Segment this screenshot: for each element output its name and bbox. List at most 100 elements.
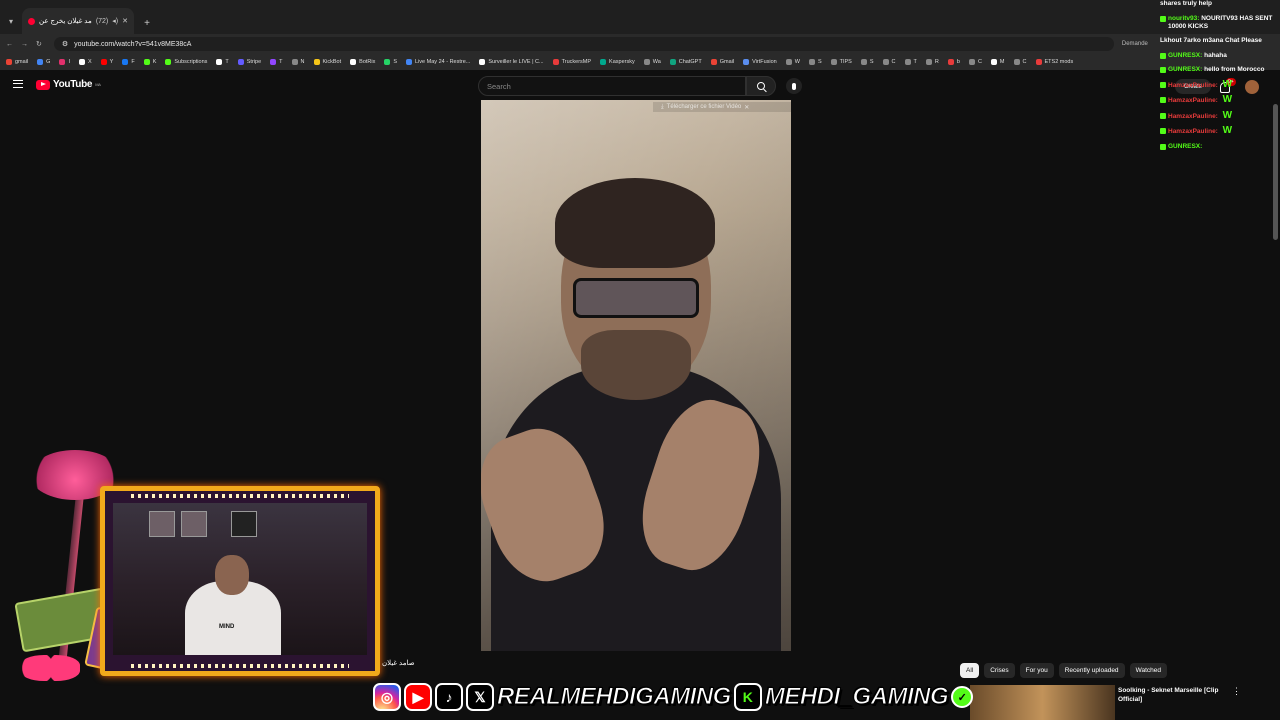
chat-username[interactable]: HamzaxPauline:	[1168, 113, 1218, 120]
site-info-icon[interactable]: ⚙	[62, 40, 68, 48]
chat-badge-icon	[1160, 128, 1166, 134]
reload-icon[interactable]: ↻	[36, 40, 42, 48]
recommended-video-thumbnail[interactable]	[970, 685, 1115, 720]
bookmark-label: F	[131, 59, 135, 65]
bookmark-item[interactable]: S	[860, 59, 874, 65]
bookmark-item[interactable]: K	[143, 59, 156, 65]
bookmark-favicon-icon	[350, 59, 357, 65]
bookmark-label: Live May 24 - Restre...	[415, 59, 471, 65]
bookmark-label: TruckersMP	[561, 59, 592, 65]
bookmark-favicon-icon	[743, 59, 750, 65]
bookmark-favicon-icon	[384, 59, 391, 65]
bookmark-item[interactable]: X	[78, 59, 92, 65]
bookmark-item[interactable]: S	[808, 59, 822, 65]
chat-username[interactable]: HamzaxPauline:	[1168, 97, 1218, 104]
bookmark-item[interactable]: Subscriptions	[165, 59, 207, 65]
tab-title: صامد غيلان يخرج عن	[39, 18, 92, 25]
bookmark-favicon-icon	[165, 59, 172, 65]
youtube-header: YouTube MA Search	[0, 70, 1280, 102]
marquee-bulbs-bottom	[131, 664, 349, 668]
youtube-favicon-icon	[28, 17, 35, 25]
bookmark-item[interactable]: S	[384, 59, 397, 65]
back-icon[interactable]: ←	[6, 41, 13, 48]
chat-text: W	[1222, 78, 1233, 90]
bookmark-item[interactable]: Gmail	[710, 59, 734, 65]
youtube-logo[interactable]: YouTube MA	[36, 79, 101, 90]
bookmark-item[interactable]: Wa	[643, 59, 661, 65]
tab-list-icon[interactable]: ▾	[4, 14, 18, 28]
video-player[interactable]: ⤓ Télécharger ce fichier Vidéo ✕	[481, 100, 791, 651]
filter-chip[interactable]: All	[960, 663, 980, 678]
bookmark-item[interactable]: Stripe	[237, 59, 261, 65]
chat-message: HamzaxPauline: W	[1160, 109, 1280, 121]
chat-text: W	[1222, 109, 1233, 121]
filter-chip[interactable]: Recently uploaded	[1058, 663, 1125, 678]
bookmark-label: G	[46, 59, 51, 65]
bookmark-favicon-icon	[785, 59, 792, 65]
bookmark-label: ChatGPT	[678, 59, 702, 65]
filter-chip[interactable]: Crises	[984, 663, 1015, 678]
bookmark-item[interactable]: Kaspersky	[600, 59, 635, 65]
filter-chip[interactable]: For you	[1019, 663, 1054, 678]
chat-badge-icon	[1160, 112, 1166, 119]
bookmark-label: VirtFusion	[752, 59, 777, 65]
search-input[interactable]: Search	[478, 76, 746, 96]
download-video-label[interactable]: ⤓ Télécharger ce fichier Vidéo ✕	[653, 102, 791, 112]
bookmark-favicon-icon	[143, 59, 150, 65]
bookmark-favicon-icon	[882, 59, 889, 65]
bookmark-item[interactable]: Y	[100, 59, 113, 65]
bookmark-item[interactable]: F	[122, 59, 135, 65]
demande-label[interactable]: Demande	[1122, 41, 1148, 47]
bookmark-item[interactable]: N	[291, 59, 305, 65]
bookmark-label: S	[393, 59, 398, 65]
hamburger-menu-icon[interactable]	[13, 80, 23, 88]
bookmark-item[interactable]: C	[968, 59, 982, 65]
bookmark-item[interactable]: TruckersMP	[552, 59, 592, 65]
chat-username[interactable]: GUNRESX:	[1168, 143, 1202, 150]
bookmark-favicon-icon	[990, 59, 997, 65]
bookmark-favicon-icon	[59, 59, 66, 65]
bookmark-item[interactable]: T	[270, 59, 283, 65]
bookmark-item[interactable]: C	[1013, 59, 1027, 65]
search-button[interactable]	[746, 76, 776, 96]
filter-chip[interactable]: Watched	[1129, 663, 1167, 678]
bookmark-item[interactable]: Live May 24 - Restre...	[406, 59, 470, 65]
bookmark-item[interactable]: VirtFusion	[743, 59, 777, 65]
chat-username[interactable]: GUNRESX:	[1168, 52, 1202, 59]
chat-username[interactable]: GUNRESX:	[1168, 66, 1202, 73]
bookmark-item[interactable]: W	[785, 59, 800, 65]
bookmark-label: BotRix	[359, 59, 376, 65]
new-tab-button[interactable]: +	[140, 12, 154, 34]
bookmark-item[interactable]: ChatGPT	[669, 59, 702, 65]
marquee-bulbs-top	[131, 494, 349, 498]
voice-search-button[interactable]	[786, 78, 802, 94]
bookmark-item[interactable]: Surveiller le LIVE | C...	[479, 59, 544, 65]
chat-badge-icon	[1160, 67, 1166, 73]
address-bar[interactable]: ⚙ youtube.com/watch?v=541v8ME38cA	[53, 37, 1114, 51]
browser-tab[interactable]: صامد غيلان يخرج عن (72) ◂) ✕	[22, 8, 134, 34]
bookmark-item[interactable]: ETS2 mods	[1035, 59, 1073, 65]
bookmark-item[interactable]: G	[37, 59, 50, 65]
close-download-icon[interactable]: ✕	[744, 104, 749, 111]
bookmark-item[interactable]: BotRix	[350, 59, 375, 65]
bookmark-item[interactable]: R	[925, 59, 939, 65]
bookmark-item[interactable]: T	[216, 59, 229, 65]
bookmark-item[interactable]: T	[904, 59, 917, 65]
bookmark-item[interactable]: gmail	[6, 59, 28, 65]
bookmark-item[interactable]: I	[59, 59, 70, 65]
chat-username[interactable]: nouritv93:	[1168, 15, 1199, 22]
bookmark-item[interactable]: C	[882, 59, 896, 65]
chat-username[interactable]: HamzaxPauline:	[1168, 82, 1218, 89]
bookmark-item[interactable]: M	[990, 59, 1005, 65]
recommended-video-title[interactable]: Soolking - Seknet Marseille [Clip Offici…	[1118, 686, 1228, 704]
bookmark-item[interactable]: TIPS	[830, 59, 852, 65]
chat-username[interactable]: HamzaxPauline:	[1168, 128, 1218, 135]
forward-icon[interactable]: →	[21, 41, 28, 48]
chat-badge-icon	[1160, 81, 1166, 88]
audio-icon[interactable]: ◂)	[112, 17, 118, 25]
more-options-icon[interactable]: ⋮	[1232, 686, 1241, 697]
sunglasses-decoration	[20, 655, 80, 681]
bookmark-item[interactable]: KickBot	[313, 59, 341, 65]
close-tab-icon[interactable]: ✕	[122, 17, 128, 25]
bookmark-item[interactable]: b	[947, 59, 960, 65]
